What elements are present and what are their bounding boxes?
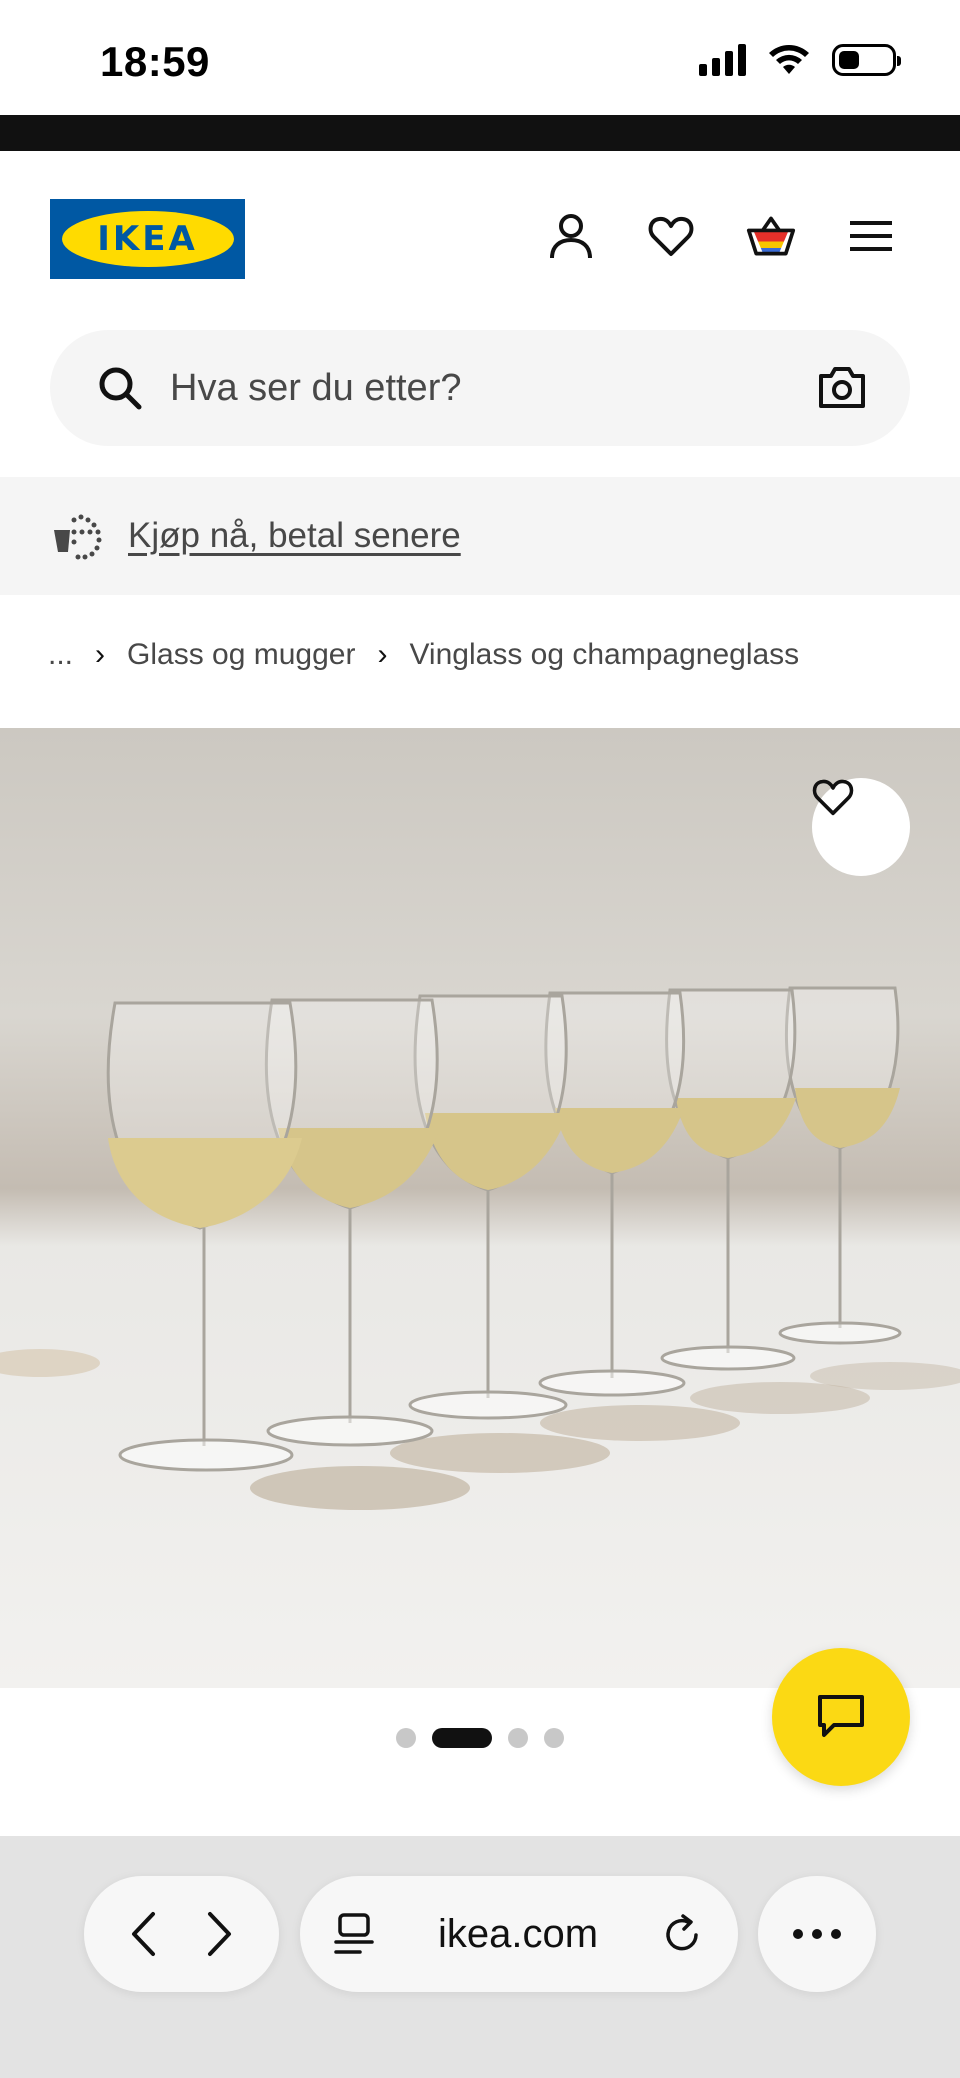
menu-icon <box>850 221 892 251</box>
forward-button[interactable] <box>195 1909 245 1959</box>
favourites-button[interactable] <box>646 211 696 261</box>
heart-icon <box>648 216 694 256</box>
ikea-logo[interactable]: IKEA <box>50 199 245 279</box>
battery-icon <box>832 44 901 76</box>
menu-button[interactable] <box>846 211 896 261</box>
add-to-favourites-button[interactable] <box>812 778 910 876</box>
address-bar[interactable]: ikea.com <box>300 1876 738 1992</box>
wifi-icon <box>769 45 809 74</box>
pay-later-link[interactable]: Kjøp nå, betal senere <box>128 516 461 556</box>
basket-button[interactable] <box>746 211 796 261</box>
tabs-icon[interactable] <box>334 1912 374 1956</box>
header-actions <box>546 211 896 261</box>
browser-toolbar: ikea.com <box>0 1836 960 2078</box>
status-icons <box>699 44 901 76</box>
chevron-left-icon <box>131 1912 155 1956</box>
breadcrumb-item-vinglass[interactable]: Vinglass og champagneglass <box>409 638 799 672</box>
account-button[interactable] <box>546 211 596 261</box>
carousel-dot[interactable] <box>544 1728 564 1748</box>
chat-icon <box>818 1695 864 1737</box>
breadcrumb-ellipsis[interactable]: ... <box>48 638 73 672</box>
search-input[interactable]: Hva ser du etter? <box>170 367 816 410</box>
chevron-right-icon: › <box>95 638 106 671</box>
breadcrumb: ... › Glass og mugger › Vinglass og cham… <box>48 630 799 680</box>
cellular-signal-icon <box>699 44 746 76</box>
more-button[interactable] <box>758 1876 876 1992</box>
url-text[interactable]: ikea.com <box>374 1912 662 1957</box>
breadcrumb-item-glass-og-mugger[interactable]: Glass og mugger <box>127 638 355 672</box>
navigation-pill <box>84 1876 279 1992</box>
logo-text: IKEA <box>97 219 198 259</box>
chat-button[interactable] <box>772 1648 910 1786</box>
more-dots-icon <box>793 1929 841 1939</box>
carousel-dot[interactable] <box>396 1728 416 1748</box>
pay-later-icon <box>54 514 102 560</box>
heart-icon <box>812 779 854 816</box>
search-bar[interactable]: Hva ser du etter? <box>50 330 910 446</box>
wine-glasses-illustration <box>0 986 960 1510</box>
product-image[interactable] <box>0 728 960 1688</box>
camera-icon[interactable] <box>816 362 868 414</box>
reload-icon[interactable] <box>662 1913 704 1955</box>
top-banner-strip <box>0 115 960 151</box>
carousel-dot-active[interactable] <box>432 1728 492 1748</box>
status-time: 18:59 <box>100 38 210 85</box>
search-icon <box>99 367 142 410</box>
carousel-dot[interactable] <box>508 1728 528 1748</box>
person-icon <box>550 214 592 259</box>
chevron-right-icon: › <box>377 638 388 671</box>
basket-icon <box>746 216 796 256</box>
status-bar: 18:59 <box>0 0 960 115</box>
chevron-right-icon <box>208 1912 232 1956</box>
back-button[interactable] <box>118 1909 168 1959</box>
site-header: IKEA <box>0 151 960 321</box>
promo-banner: Kjøp nå, betal senere <box>0 477 960 595</box>
